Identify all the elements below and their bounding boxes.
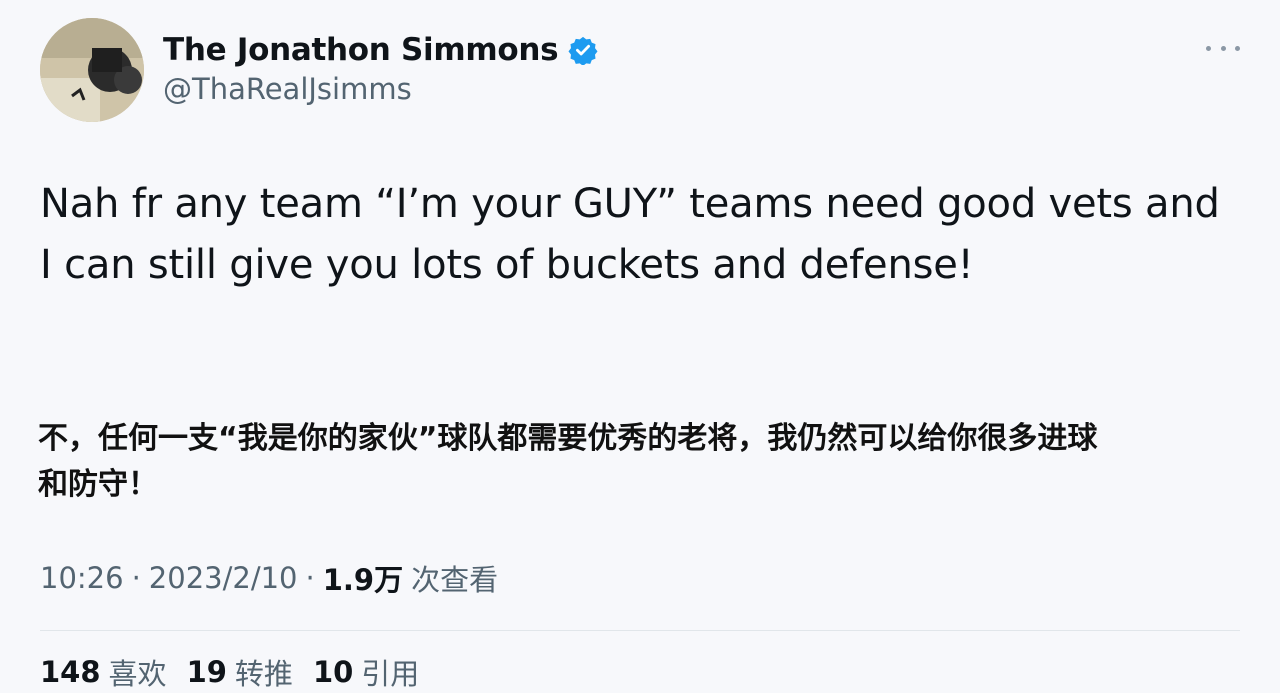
- meta-separator: ·: [131, 561, 141, 595]
- tweet-time[interactable]: 10:26: [40, 561, 124, 595]
- avatar[interactable]: [40, 18, 144, 122]
- tweet-translation: 不，任何一支“我是你的家伙”球队都需要优秀的老将，我仍然可以给你很多进球 和防守…: [38, 416, 1253, 508]
- retweets-count: 19: [186, 655, 227, 689]
- quotes-label: 引用: [361, 657, 420, 691]
- more-options-icon[interactable]: [1206, 38, 1240, 58]
- more-dot: [1206, 45, 1211, 51]
- likes-label: 喜欢: [108, 657, 167, 691]
- divider: [40, 630, 1240, 631]
- tweet-text-line: Nah fr any team “I’m your GUY” teams nee…: [40, 181, 1220, 227]
- views-label: 次查看: [411, 563, 499, 597]
- more-dot: [1235, 45, 1240, 51]
- engagement-stats: 148 喜欢 19 转推 10 引用: [40, 652, 419, 692]
- likes-stat[interactable]: 148 喜欢: [40, 651, 167, 693]
- retweets-stat[interactable]: 19 转推: [187, 651, 293, 693]
- views-count[interactable]: 1.9万: [323, 557, 403, 599]
- meta-separator: ·: [305, 561, 315, 595]
- display-name[interactable]: The Jonathon Simmons: [163, 32, 559, 68]
- quotes-count: 10: [312, 655, 354, 689]
- tweet-text: Nah fr any team “I’m your GUY” teams nee…: [40, 174, 1255, 296]
- retweets-label: 转推: [234, 657, 293, 691]
- likes-count: 148: [40, 655, 101, 689]
- tweet-text-line: I can still give you lots of buckets and…: [40, 242, 974, 288]
- more-dot: [1220, 45, 1226, 51]
- user-name-row: The Jonathon Simmons: [163, 28, 598, 72]
- translation-line: 不，任何一支“我是你的家伙”球队都需要优秀的老将，我仍然可以给你很多进球: [38, 421, 1098, 456]
- avatar-image: [40, 18, 144, 122]
- verified-badge-icon: [568, 35, 598, 66]
- tweet-date[interactable]: 2023/2/10: [149, 561, 298, 595]
- translation-line: 和防守！: [38, 467, 158, 502]
- user-handle[interactable]: @ThaRealJsimms: [163, 72, 412, 106]
- tweet-meta: 10:26 · 2023/2/10 · 1.9万 次查看: [40, 556, 498, 600]
- quotes-stat[interactable]: 10 引用: [313, 651, 419, 693]
